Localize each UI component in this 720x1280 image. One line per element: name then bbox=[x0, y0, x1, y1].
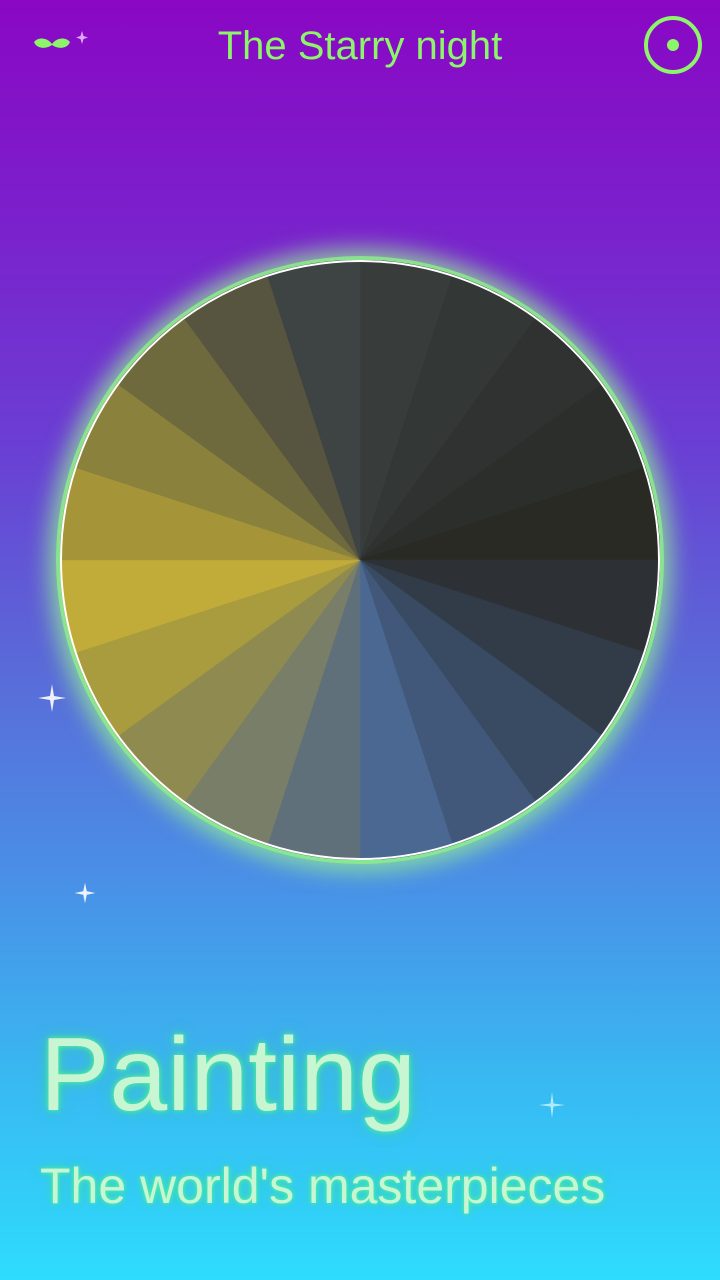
palette-wheel-graphic bbox=[60, 260, 660, 860]
app-header: The Starry night bbox=[0, 0, 720, 92]
page-title: The Starry night bbox=[217, 24, 503, 68]
sparkle-icon bbox=[38, 684, 66, 712]
mustache-icon[interactable] bbox=[30, 28, 92, 60]
palette-wheel[interactable] bbox=[60, 260, 660, 860]
hero-subtitle: The world's masterpieces bbox=[40, 1158, 606, 1214]
sparkle-icon bbox=[539, 1092, 565, 1118]
target-circle-icon[interactable] bbox=[643, 15, 703, 75]
hero-title: Painting bbox=[40, 1017, 416, 1133]
sparkle-icon bbox=[74, 882, 96, 904]
